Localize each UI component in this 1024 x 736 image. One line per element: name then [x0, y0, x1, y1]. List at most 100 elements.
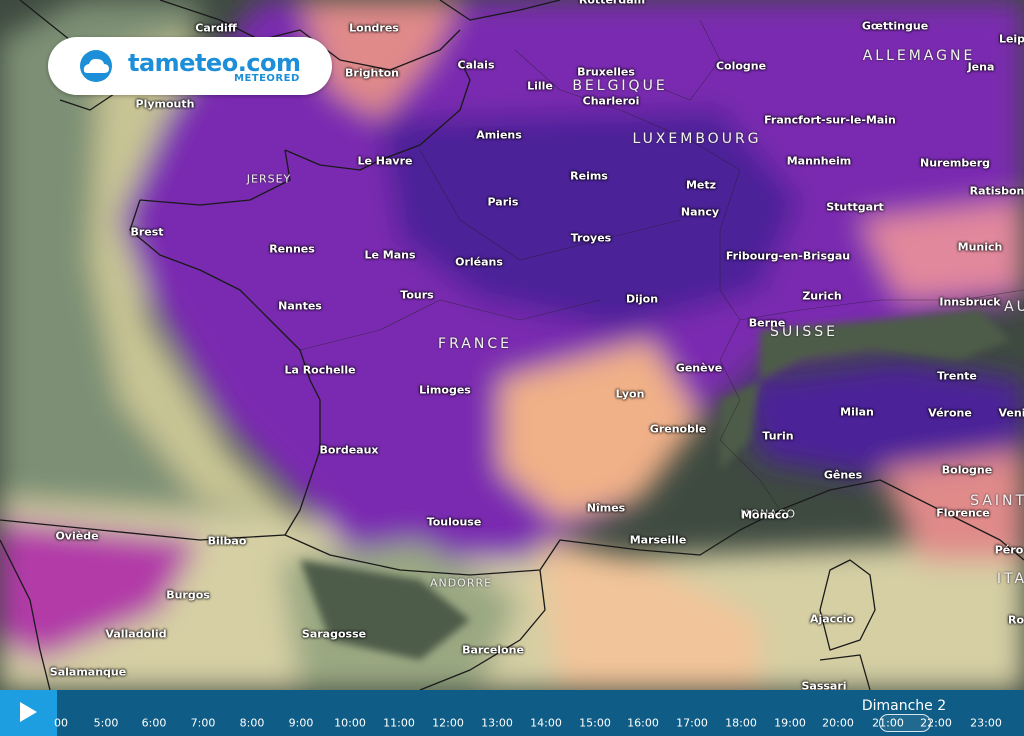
timeline-hour[interactable]: 10:00	[334, 717, 366, 730]
city-label: La Rochelle	[284, 363, 356, 377]
timeline-bar: Dimanche 2 00 5:00 6:00 7:00 8:00 9:00 10:00 11…	[0, 690, 1024, 736]
city-label: Vérone	[928, 406, 972, 420]
city-label: Brest	[130, 225, 164, 239]
timeline-track[interactable]: Dimanche 2 00 5:00 6:00 7:00 8:00 9:00 10:00 11…	[54, 690, 1024, 736]
country-label-andorre: ANDORRE	[429, 576, 493, 590]
timeline-hour[interactable]: 6:00	[142, 717, 167, 730]
timeline-hour[interactable]: 9:00	[289, 717, 314, 730]
city-label: Florence	[936, 506, 990, 520]
timeline-hour[interactable]: 23:00	[970, 717, 1002, 730]
city-label: Saragosse	[301, 627, 367, 641]
city-label: Monaco	[741, 508, 789, 522]
city-label: Nîmes	[586, 501, 626, 515]
city-label: Munich	[957, 240, 1003, 254]
city-label: Bologne	[941, 463, 993, 477]
city-label: Londres	[349, 21, 399, 35]
city-label: Brighton	[345, 66, 399, 80]
country-label-au: AU	[1004, 299, 1024, 315]
city-label: Ajaccio	[809, 612, 855, 626]
city-label: Francfort-sur-le-Main	[764, 113, 896, 127]
city-label: Bruxelles	[577, 65, 635, 79]
city-label: Lyon	[615, 387, 645, 401]
timeline-hour[interactable]: 12:00	[432, 717, 464, 730]
city-label: Rotterdam	[578, 0, 646, 7]
timeline-hour[interactable]: 18:00	[725, 717, 757, 730]
tameteo-logo[interactable]: tameteo.com METEORED	[48, 37, 332, 95]
city-label: Lille	[527, 79, 553, 93]
city-label: Paris	[487, 195, 519, 209]
city-label: Turin	[762, 429, 794, 443]
city-label: Bordeaux	[319, 443, 379, 457]
city-label: Limoges	[419, 383, 471, 397]
city-label: Gœttingue	[861, 19, 929, 33]
weather-map[interactable]: ALLEMAGNE BELGIQUE LUXEMBOURG FRANCE SUISSE A…	[0, 0, 1024, 690]
logo-subtitle: METEORED	[234, 73, 300, 84]
city-label: Veni	[998, 406, 1024, 420]
timeline-hour[interactable]: 19:00	[774, 717, 806, 730]
day-label: Dimanche 2	[861, 698, 947, 714]
city-label: Grenoble	[649, 422, 707, 436]
timeline-hour[interactable]: 17:00	[676, 717, 708, 730]
city-label: Milan	[840, 405, 874, 419]
city-label: Cologne	[715, 59, 767, 73]
city-label: Amiens	[476, 128, 522, 142]
country-label-belgique: BELGIQUE	[572, 78, 668, 94]
city-label: Fribourg-en-Brisgau	[725, 249, 851, 263]
city-label: Plymouth	[135, 97, 195, 111]
city-label: Le Havre	[357, 154, 413, 168]
play-button[interactable]	[0, 690, 57, 736]
timeline-hour[interactable]: 16:00	[627, 717, 659, 730]
city-label: Reims	[570, 169, 608, 183]
city-label: Jena	[967, 60, 995, 74]
city-label: Dijon	[625, 292, 659, 306]
city-label: Nuremberg	[919, 156, 991, 170]
city-label: Nancy	[680, 205, 720, 219]
country-label-luxembourg: LUXEMBOURG	[632, 131, 762, 147]
timeline-hour[interactable]: 11:00	[383, 717, 415, 730]
country-label-ita: ITA	[996, 571, 1024, 587]
city-label: Gênes	[823, 468, 863, 482]
city-label: Marseille	[629, 533, 687, 547]
city-label: Ratisbon	[969, 184, 1024, 198]
city-label: Le Mans	[364, 248, 416, 262]
city-label: Rennes	[269, 242, 315, 256]
timeline-hour[interactable]: 5:00	[94, 717, 119, 730]
timeline-hour[interactable]: 13:00	[481, 717, 513, 730]
city-label: Valladolid	[105, 627, 167, 641]
city-label: Sassari	[801, 679, 847, 691]
timeline-hour[interactable]: 00	[54, 717, 68, 730]
city-label: Leip	[998, 32, 1024, 46]
timeline-hour[interactable]: 21:00	[872, 717, 904, 730]
country-label-allemagne: ALLEMAGNE	[862, 48, 976, 64]
city-label: Metz	[685, 178, 717, 192]
city-label: Barcelone	[462, 643, 524, 657]
city-label: Orléans	[455, 255, 503, 269]
city-label: Bilbao	[207, 534, 247, 548]
city-label: Oviède	[55, 529, 99, 543]
timeline-hour[interactable]: 8:00	[240, 717, 265, 730]
city-label: Ro	[1007, 613, 1024, 627]
timeline-hour[interactable]: 20:00	[822, 717, 854, 730]
city-label: Calais	[457, 58, 495, 72]
timeline-hour[interactable]: 22:00	[920, 717, 952, 730]
city-label: Nantes	[278, 299, 322, 313]
city-label: Berne	[748, 316, 786, 330]
city-label: Salamanque	[49, 665, 127, 679]
timeline-hour[interactable]: 15:00	[579, 717, 611, 730]
city-label: Burgos	[166, 588, 210, 602]
city-label: Cardiff	[195, 21, 237, 35]
city-label: Innsbruck	[939, 295, 1001, 309]
city-label: Mannheim	[786, 154, 852, 168]
timeline-hour[interactable]: 7:00	[191, 717, 216, 730]
city-label: Trente	[937, 369, 977, 383]
city-label: Charleroi	[582, 94, 640, 108]
cloud-icon	[80, 50, 112, 82]
city-label: Stuttgart	[826, 200, 884, 214]
city-label: Péro	[994, 543, 1024, 557]
city-label: Genève	[675, 361, 723, 375]
country-label-france: FRANCE	[438, 336, 512, 352]
city-label: Tours	[400, 288, 434, 302]
timeline-hour[interactable]: 14:00	[530, 717, 562, 730]
country-label-jersey: JERSEY	[246, 172, 292, 186]
city-label: Toulouse	[426, 515, 482, 529]
